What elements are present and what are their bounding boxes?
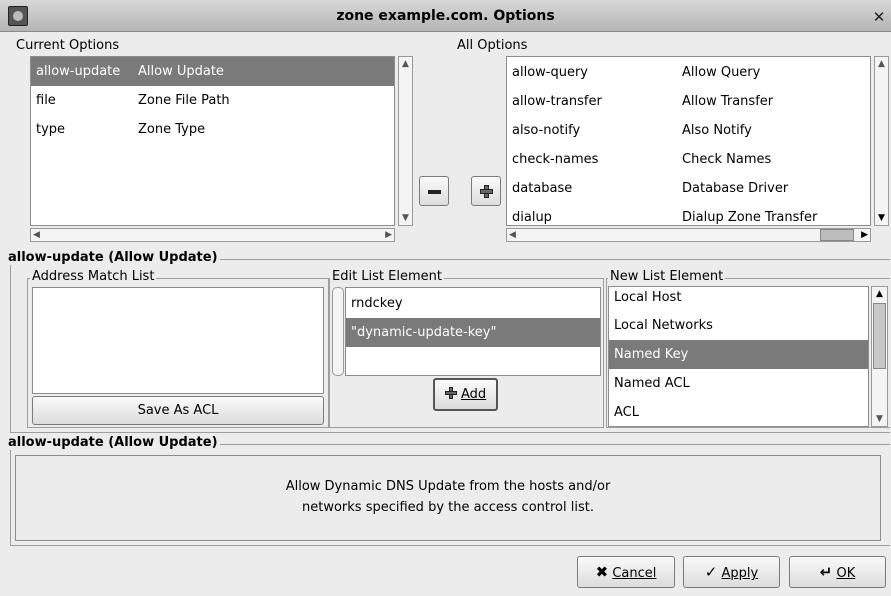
description-line-2: networks specified by the access control…	[302, 500, 594, 515]
option-desc: Allow Transfer	[682, 94, 774, 109]
hscroll-thumb[interactable]	[820, 229, 854, 241]
edit-list-element-label: Edit List Element	[330, 269, 444, 284]
minus-icon	[428, 190, 441, 194]
apply-label: Apply	[721, 566, 759, 581]
edit-item-label: "dynamic-update-key"	[351, 325, 497, 340]
address-match-list-label: Address Match List	[30, 269, 157, 284]
list-item[interactable]: dialup Dialup Zone Transfer	[507, 203, 870, 225]
all-options-vscroll[interactable]: ▲ ▼	[874, 56, 889, 226]
description-box: Allow Dynamic DNS Update from the hosts …	[15, 455, 881, 541]
list-item[interactable]: check-names Check Names	[507, 145, 870, 174]
list-item[interactable]: rndckey	[346, 289, 600, 318]
all-options-list: allow-query Allow Query allow-transfer All…	[506, 56, 871, 226]
new-list-vscroll[interactable]: ▲ ▼	[871, 286, 888, 427]
option-desc: Allow Update	[138, 64, 224, 79]
option-desc: Zone Type	[138, 122, 206, 137]
list-item[interactable]: Named ACL	[609, 369, 868, 398]
scroll-right-icon[interactable]: ▶	[385, 229, 392, 241]
new-item-label: Named ACL	[614, 376, 690, 391]
option-key: file	[36, 93, 56, 108]
option-key: dialup	[512, 210, 552, 225]
description-line-1: Allow Dynamic DNS Update from the hosts …	[285, 479, 611, 494]
close-icon[interactable]: ✕	[870, 8, 888, 26]
current-options-hscroll[interactable]: ◀ ▶	[30, 228, 395, 242]
current-options-label: Current Options	[16, 38, 120, 53]
add-element-button[interactable]: Add	[433, 378, 498, 411]
scroll-right-icon[interactable]: ▶	[861, 229, 868, 241]
scroll-up-icon[interactable]: ▲	[875, 57, 888, 71]
option-desc: Allow Query	[682, 65, 761, 80]
new-item-label: Local Networks	[614, 318, 713, 333]
option-key: type	[36, 122, 66, 137]
new-list-element-list: Local Host Local Networks Named Key Name…	[608, 286, 869, 427]
plus-icon	[444, 387, 457, 399]
add-label: Add	[460, 387, 487, 402]
option-key: database	[512, 181, 573, 196]
list-item[interactable]: Local Networks	[609, 312, 868, 340]
ok-label: OK	[836, 566, 856, 581]
x-icon: ✖	[595, 563, 609, 581]
list-item[interactable]: allow-transfer Allow Transfer	[507, 87, 870, 116]
current-options-vscroll[interactable]: ▲ ▼	[398, 56, 413, 226]
new-item-label: Named Key	[614, 347, 689, 362]
ok-icon: ↵	[819, 563, 833, 581]
option-desc: Also Notify	[682, 123, 752, 138]
list-item[interactable]: ACL	[609, 398, 868, 426]
remove-option-button[interactable]	[419, 176, 449, 206]
apply-button[interactable]: ✓ Apply	[683, 556, 780, 588]
list-item[interactable]: also-notify Also Notify	[507, 116, 870, 145]
list-item[interactable]: Local Host	[609, 287, 868, 312]
scroll-up-icon[interactable]: ▲	[399, 57, 412, 71]
list-item[interactable]: allow-update Allow Update	[31, 57, 394, 86]
option-key: allow-update	[36, 64, 121, 79]
check-icon: ✓	[704, 563, 718, 581]
scroll-left-icon[interactable]: ◀	[33, 229, 40, 241]
title-bar: zone example.com. Options ✕	[0, 0, 891, 32]
option-editor-title: allow-update (Allow Update)	[6, 250, 220, 265]
scroll-up-icon[interactable]: ▲	[872, 287, 887, 301]
save-as-acl-button[interactable]: Save As ACL	[32, 396, 324, 425]
edit-list-scrollbar[interactable]	[332, 287, 344, 376]
plus-icon	[480, 185, 493, 198]
current-options-list: allow-update Allow Update file Zone File…	[30, 56, 395, 226]
scroll-down-icon[interactable]: ▼	[875, 211, 888, 225]
edit-item-label: rndckey	[351, 296, 403, 311]
window-title: zone example.com. Options	[336, 8, 555, 24]
option-key: allow-query	[512, 65, 588, 80]
list-item[interactable]: "dynamic-update-key"	[346, 318, 600, 347]
list-item[interactable]: file Zone File Path	[31, 86, 394, 115]
list-item[interactable]: database Database Driver	[507, 174, 870, 203]
all-options-label: All Options	[457, 38, 528, 53]
option-desc: Zone File Path	[138, 93, 230, 108]
scroll-down-icon[interactable]: ▼	[399, 211, 412, 225]
all-options-hscroll[interactable]: ◀ ▶	[506, 228, 871, 242]
ok-button[interactable]: ↵ OK	[789, 556, 886, 588]
option-key: check-names	[512, 152, 599, 167]
option-desc: Database Driver	[682, 181, 789, 196]
option-desc: Check Names	[682, 152, 772, 167]
new-item-label: ACL	[614, 405, 639, 420]
option-key: allow-transfer	[512, 94, 602, 109]
address-match-list[interactable]	[32, 287, 324, 394]
vscroll-thumb[interactable]	[873, 303, 886, 369]
add-option-button[interactable]	[471, 176, 501, 206]
list-item[interactable]: type Zone Type	[31, 115, 394, 144]
cancel-label: Cancel	[612, 566, 657, 581]
cancel-button[interactable]: ✖ Cancel	[577, 556, 675, 588]
new-item-label: Local Host	[614, 290, 682, 305]
scroll-down-icon[interactable]: ▼	[872, 412, 887, 426]
option-desc: Dialup Zone Transfer	[682, 210, 818, 225]
option-key: also-notify	[512, 123, 581, 138]
new-list-element-label: New List Element	[608, 269, 726, 284]
scroll-left-icon[interactable]: ◀	[509, 229, 516, 241]
edit-list: rndckey "dynamic-update-key"	[345, 287, 601, 376]
list-item[interactable]: allow-query Allow Query	[507, 58, 870, 87]
list-item[interactable]: Named Key	[609, 340, 868, 369]
description-title: allow-update (Allow Update)	[6, 435, 220, 450]
